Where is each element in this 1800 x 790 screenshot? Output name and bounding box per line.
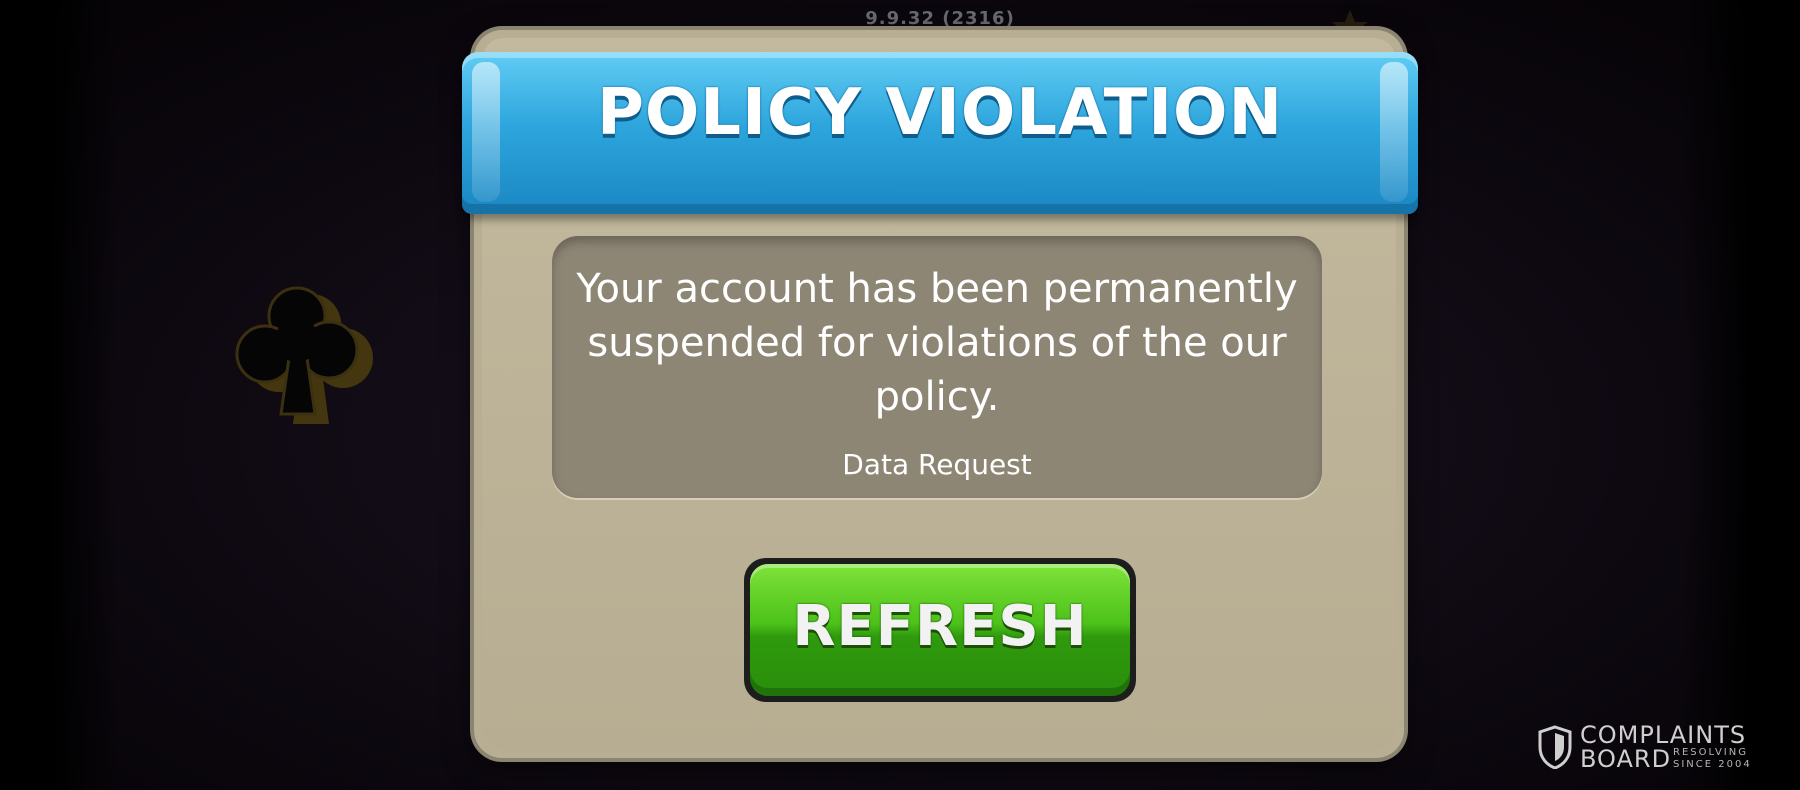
club-icon [235,286,373,424]
complaints-board-watermark: COMPLAINTS BOARD RESOLVING SINCE 2004 [1538,723,1758,773]
watermark-line1: COMPLAINTS [1580,721,1747,749]
watermark-tagline: RESOLVING SINCE 2004 [1673,747,1752,770]
suspension-message: Your account has been permanently suspen… [576,266,1298,420]
refresh-button-face: REFRESH [750,564,1130,696]
shield-icon [1538,725,1572,769]
watermark-line2: BOARD [1580,745,1672,773]
right-vignette [1680,0,1800,790]
dialog-title: POLICY VIOLATION [596,76,1284,150]
refresh-button-label: REFRESH [792,594,1088,659]
game-screen: 9.9.32 (2316) POLICY VIOLATION Your acco… [0,0,1800,790]
left-vignette [0,0,120,790]
refresh-button[interactable]: REFRESH [744,558,1136,702]
version-label: 9.9.32 (2316) [865,8,1015,29]
data-request-link[interactable]: Data Request [572,448,1302,481]
